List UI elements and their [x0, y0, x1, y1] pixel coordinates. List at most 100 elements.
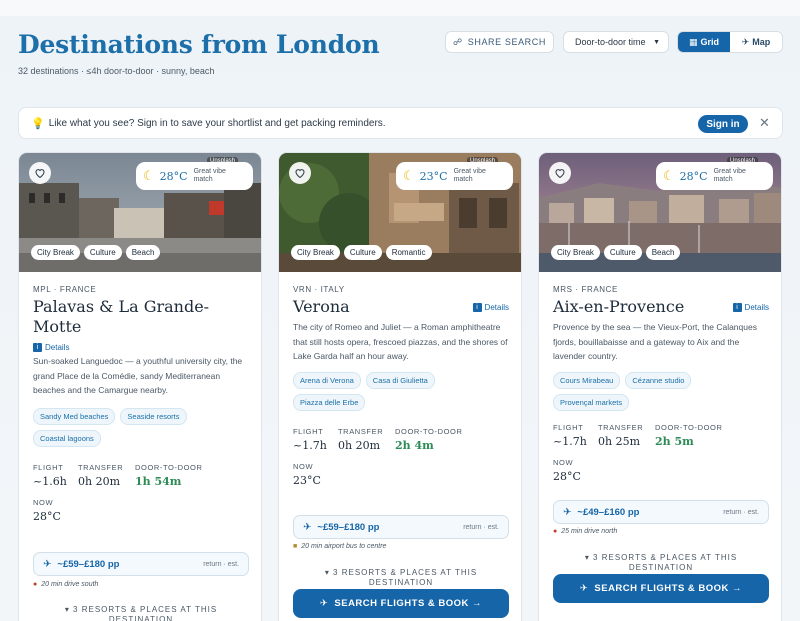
moon-icon: ☾ [143, 168, 155, 183]
destination-name: Palavas & La Grande-Motte [33, 297, 210, 336]
destination-name: Aix-en-Provence [553, 297, 685, 316]
highlight-chip[interactable]: Cours Mirabeau [553, 371, 621, 389]
weather-temp: 23°C [419, 169, 448, 183]
map-label: Map [752, 37, 771, 47]
page-subtitle: 32 destinations · ≤4h door-to-door · sun… [18, 66, 215, 76]
price-box[interactable]: ✈ ~£59–£180 pp return · est. [33, 552, 249, 576]
photo-tags: City Break Culture Beach [551, 245, 681, 260]
now-label: NOW [553, 457, 574, 467]
photo-tag: Culture [603, 245, 642, 260]
info-icon: i [33, 343, 42, 352]
sort-select[interactable]: Door-to-door time ▼ [563, 31, 669, 53]
resorts-toggle[interactable]: ▾ 3 RESORTS & PLACES AT THIS DESTINATION [553, 553, 769, 573]
weather-pill: ☾ 28°C Great vibe match [656, 162, 773, 190]
heart-icon[interactable] [549, 162, 571, 184]
highlight-chip[interactable]: Provençal markets [553, 393, 630, 411]
photo-tag: City Break [31, 245, 80, 260]
destination-card[interactable]: Unsplash ☾ 28°C Great vibe match City Br… [538, 152, 782, 621]
weather-temp: 28°C [159, 169, 188, 183]
highlight-chips: Sandy Med beaches Seaside resorts Coasta… [33, 407, 249, 447]
view-toggle: ▦ Grid ✈ Map [677, 31, 783, 53]
card-body: MPL · FRANCE Palavas & La Grande-Motte i… [33, 285, 249, 523]
grid-icon: ▦ [688, 36, 698, 47]
destination-name: Verona [293, 297, 350, 316]
flight-time: ~1.7h [293, 438, 327, 452]
destination-description: The city of Romeo and Juliet — a Roman a… [293, 322, 508, 361]
stat-values: ~1.6h 0h 20m 1h 54m [33, 475, 249, 488]
plane-icon: ✈ [303, 521, 312, 533]
search-flights-book-button[interactable]: ✈ SEARCH FLIGHTS & BOOK → [553, 574, 769, 603]
highlight-chip[interactable]: Seaside resorts [120, 407, 187, 425]
price-note: return · est. [463, 523, 499, 531]
heart-icon[interactable] [289, 162, 311, 184]
details-link[interactable]: i Details [472, 302, 509, 312]
card-body: VRN · ITALY Verona i Details The city of… [293, 285, 509, 487]
destination-description: Sun-soaked Languedoc — a youthful univer… [33, 356, 243, 395]
location-code: MRS · FRANCE [553, 285, 618, 294]
details-label: Details [744, 302, 769, 312]
page-title: Destinations from London [18, 30, 380, 59]
highlight-chip[interactable]: Coastal lagoons [33, 429, 101, 447]
stat-labels: FLIGHT TRANSFER DOOR-TO-DOOR [293, 427, 509, 436]
map-view-button[interactable]: ✈ Map [730, 32, 782, 52]
close-icon[interactable]: ✕ [759, 115, 770, 131]
price-note: return · est. [723, 508, 759, 516]
photo-tag: City Break [291, 245, 340, 260]
price-note: return · est. [203, 560, 239, 568]
moon-icon: ☾ [403, 168, 415, 183]
plane-icon: ✈ [579, 583, 589, 594]
plane-icon: ✈ [563, 506, 572, 518]
photo-tag: Culture [343, 245, 382, 260]
highlight-chip[interactable]: Sandy Med beaches [33, 407, 116, 425]
destination-card[interactable]: Unsplash ☾ 28°C Great vibe match City Br… [18, 152, 262, 621]
door-label: DOOR-TO-DOOR [395, 426, 463, 436]
book-label: SEARCH FLIGHTS & BOOK → [594, 583, 743, 594]
heart-icon[interactable] [29, 162, 51, 184]
door-time: 1h 54m [135, 474, 182, 488]
weather-temp: 28°C [679, 169, 708, 183]
sort-value: Door-to-door time [575, 37, 646, 47]
destination-card[interactable]: Unsplash ☾ 23°C Great vibe match City Br… [278, 152, 522, 621]
price-range: ~£49–£160 pp [577, 506, 640, 518]
info-icon: i [472, 302, 482, 312]
stat-values: ~1.7h 0h 25m 2h 5m [553, 435, 769, 448]
transfer-note: ● 25 min drive north [553, 528, 618, 535]
highlight-chip[interactable]: Arena di Verona [293, 371, 361, 389]
moon-icon: ☾ [663, 168, 675, 183]
signin-button[interactable]: Sign in [698, 115, 748, 133]
price-box[interactable]: ✈ ~£59–£180 pp return · est. [293, 515, 509, 539]
search-flights-book-button[interactable]: ✈ SEARCH FLIGHTS & BOOK → [293, 589, 509, 618]
transfer-time: 0h 25m [598, 434, 641, 448]
photo-tag: Romantic [385, 245, 432, 260]
details-link[interactable]: i Details [33, 343, 249, 352]
details-label: Details [45, 343, 70, 352]
grid-view-button[interactable]: ▦ Grid [678, 32, 730, 52]
location-code: VRN · ITALY [293, 285, 345, 294]
weather-pill: ☾ 23°C Great vibe match [396, 162, 513, 190]
weather-pill: ☾ 28°C Great vibe match [136, 162, 253, 190]
destination-photo: Unsplash ☾ 28°C Great vibe match City Br… [19, 153, 261, 272]
flight-time: ~1.6h [33, 474, 67, 488]
details-link[interactable]: i Details [732, 302, 769, 312]
card-body: MRS · FRANCE Aix-en-Provence i Details P… [553, 285, 769, 483]
transfer-note: ● 20 min drive south [33, 581, 99, 588]
plane-icon: ✈ [319, 598, 329, 609]
price-box[interactable]: ✈ ~£49–£160 pp return · est. [553, 500, 769, 524]
share-search-button[interactable]: ☍ SHARE SEARCH [445, 31, 554, 53]
flight-label: FLIGHT [33, 462, 64, 472]
destination-photo: Unsplash ☾ 23°C Great vibe match City Br… [279, 153, 521, 272]
chevron-down-icon: ▼ [653, 38, 660, 46]
transfer-label: TRANSFER [78, 462, 124, 472]
transfer-time: 0h 20m [78, 474, 121, 488]
plane-icon: ✈ [43, 558, 52, 570]
stat-values: ~1.7h 0h 20m 2h 4m [293, 439, 509, 452]
now-temp: 23°C [293, 473, 321, 487]
photo-tag: Culture [83, 245, 122, 260]
highlight-chip[interactable]: Casa di Giulietta [365, 371, 435, 389]
resorts-toggle[interactable]: ▾ 3 RESORTS & PLACES AT THIS DESTINATION [33, 605, 249, 621]
book-label: SEARCH FLIGHTS & BOOK → [334, 598, 483, 609]
highlight-chip[interactable]: Piazza delle Erbe [293, 393, 366, 411]
highlight-chip[interactable]: Cézanne studio [625, 371, 692, 389]
resorts-toggle[interactable]: ▾ 3 RESORTS & PLACES AT THIS DESTINATION [293, 568, 509, 588]
signin-banner: 💡 Like what you see? Sign in to save you… [18, 107, 783, 139]
